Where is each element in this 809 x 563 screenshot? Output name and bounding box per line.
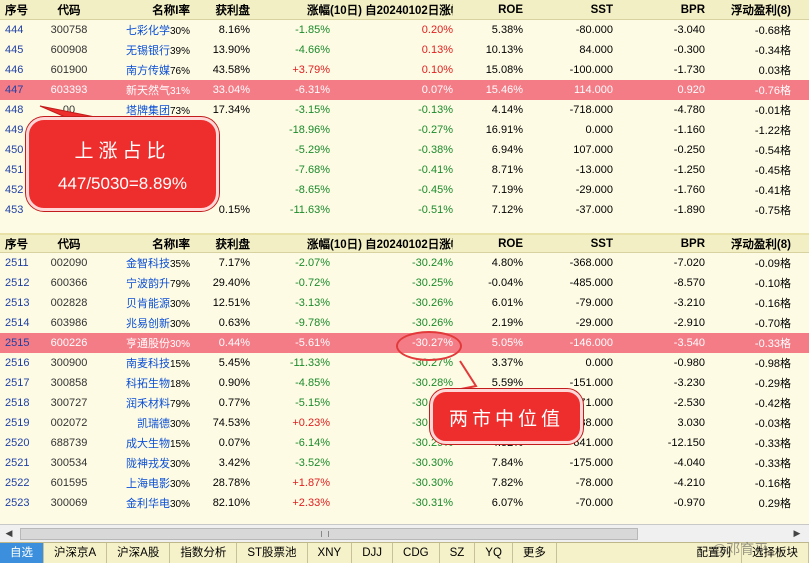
- callout-pointers: [39, 105, 478, 391]
- callout-up-title: 上涨占比: [74, 141, 171, 162]
- callout-up-ratio: 447/5030=8.89%: [57, 174, 188, 193]
- median-highlight-ring: [396, 331, 462, 361]
- up-ratio-callout: 上涨占比 447/5030=8.89%: [26, 117, 219, 211]
- callout-median-text: 两市中位值: [448, 409, 564, 430]
- median-callout: 两市中位值: [430, 389, 583, 444]
- median-leader-line: [455, 360, 478, 391]
- watermark: @邓育平: [712, 541, 769, 557]
